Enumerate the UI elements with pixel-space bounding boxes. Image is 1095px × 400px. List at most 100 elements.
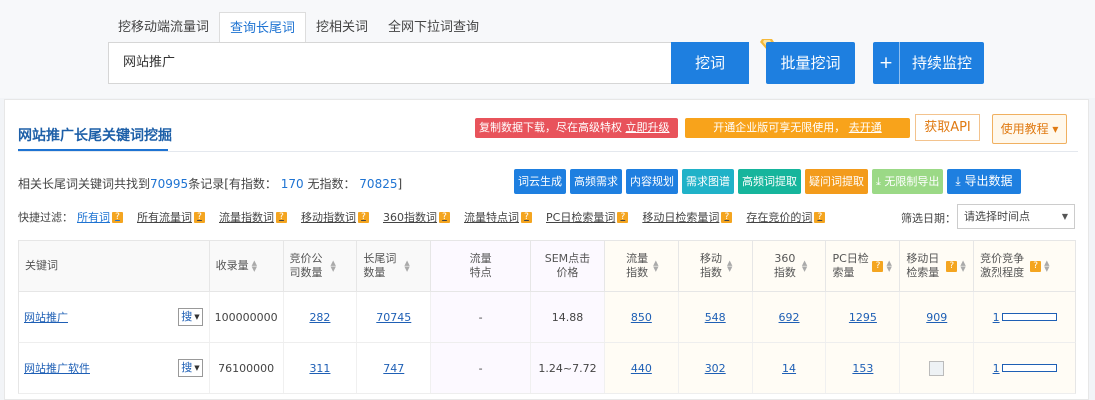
help-icon[interactable]: ?	[521, 211, 532, 223]
sem-cell: 14.88	[531, 292, 605, 342]
filter-mobile-index[interactable]: 移动指数词?	[301, 209, 369, 225]
col-360-index[interactable]: 360指数 ▲ ▼	[752, 241, 827, 291]
word-cloud-button[interactable]: 词云生成	[514, 169, 566, 194]
page-title: 网站推广长尾关键词挖掘	[18, 128, 172, 144]
tutorial-button[interactable]: 使用教程 ▾	[992, 114, 1067, 144]
enterprise-link[interactable]: 去开通	[849, 121, 882, 134]
sort-icon: ▲ ▼	[960, 259, 966, 273]
s360-link[interactable]: 692	[779, 311, 800, 324]
help-icon[interactable]: ?	[814, 211, 826, 223]
table-row: 网站推广 搜 ▼ 100000000 282 70745 - 14.88 850 …	[18, 292, 1076, 343]
date-select[interactable]: 请选择时间点 ▼	[957, 204, 1075, 229]
chevron-down-icon: ▼	[194, 364, 200, 372]
chevron-down-icon: ▼	[194, 313, 200, 321]
filter-360-index[interactable]: 360指数词?	[383, 209, 450, 225]
keyword-link[interactable]: 网站推广	[24, 309, 68, 325]
upgrade-link[interactable]: 立即升级	[626, 121, 670, 134]
filter-bidding[interactable]: 存在竞价的词?	[746, 209, 826, 225]
mobile-link[interactable]: 302	[705, 362, 726, 375]
help-icon[interactable]: ?	[872, 260, 884, 272]
tab-related[interactable]: 挖相关词	[306, 12, 378, 43]
pc-daily-cell: 153	[826, 343, 901, 393]
col-flow-index[interactable]: 流量指数 ▲ ▼	[604, 241, 679, 291]
pc-daily-link[interactable]: 1295	[849, 311, 877, 324]
competition-bar	[1001, 313, 1057, 321]
flow-cell: 850	[604, 292, 679, 342]
filter-traffic-feature[interactable]: 流量特点词?	[464, 209, 532, 225]
found-suffix: ]	[397, 177, 403, 191]
mobile-cell: 302	[678, 343, 753, 393]
sort-icon: ▲ ▼	[886, 259, 892, 273]
flow-link[interactable]: 440	[631, 362, 652, 375]
pc-daily-link[interactable]: 153	[852, 362, 873, 375]
competition-level[interactable]: 1	[993, 362, 1057, 375]
tab-mobile-traffic[interactable]: 挖移动端流量词	[108, 12, 219, 43]
filter-all[interactable]: 所有词?	[77, 209, 123, 225]
longtail-link[interactable]: 70745	[376, 311, 411, 324]
tab-longtail[interactable]: 查询长尾词	[219, 12, 307, 43]
search-label: 搜	[181, 310, 193, 323]
competition-level[interactable]: 1	[993, 311, 1057, 324]
help-icon[interactable]: ?	[112, 211, 123, 223]
help-icon[interactable]: ?	[276, 211, 287, 223]
found-without-index: 70825	[359, 177, 398, 191]
help-icon[interactable]: ?	[946, 260, 958, 272]
mobile-daily-link[interactable]: 909	[926, 311, 947, 324]
upgrade-banner: 复制数据下载，尽在高级特权 立即升级	[475, 118, 678, 138]
help-icon[interactable]: ?	[358, 211, 369, 223]
company-link[interactable]: 282	[309, 311, 330, 324]
help-icon[interactable]: ?	[721, 211, 733, 223]
get-api-button[interactable]: 获取API	[915, 114, 980, 141]
col-shoulu[interactable]: 收录量 ▲ ▼	[210, 241, 284, 291]
batch-dig-button[interactable]: 批量挖词	[766, 42, 855, 84]
search-dropdown[interactable]: 搜 ▼	[178, 308, 203, 326]
filter-text: 存在竞价的词	[746, 211, 813, 224]
mobile-link[interactable]: 548	[705, 311, 726, 324]
flow-cell: 440	[604, 343, 679, 393]
high-freq-demand-button[interactable]: 高频需求	[570, 169, 622, 194]
high-freq-extract-button[interactable]: 高频词提取	[738, 169, 801, 194]
s360-cell: 692	[752, 292, 827, 342]
search-dropdown[interactable]: 搜 ▼	[178, 359, 203, 377]
col-mobile-index[interactable]: 移动指数 ▲ ▼	[678, 241, 753, 291]
content-plan-button[interactable]: 内容规划	[626, 169, 678, 194]
s360-link[interactable]: 14	[782, 362, 796, 375]
sort-icon: ▲ ▼	[404, 259, 410, 273]
demand-graph-button[interactable]: 需求图谱	[682, 169, 734, 194]
question-extract-button[interactable]: 疑问词提取	[805, 169, 868, 194]
competition-link[interactable]: 1	[993, 311, 1000, 324]
filter-mobile-daily[interactable]: 移动日检索量词?	[642, 209, 733, 225]
help-icon[interactable]: ?	[617, 211, 629, 223]
col-competition[interactable]: 竞价竞争激烈程度? ▲ ▼	[974, 241, 1075, 291]
keyword-link[interactable]: 网站推广软件	[24, 360, 90, 376]
company-link[interactable]: 311	[309, 362, 330, 375]
col-mobile-daily[interactable]: 移动日检索量? ▲ ▼	[900, 241, 975, 291]
found-mid2: 无指数：	[307, 177, 356, 191]
filter-pc-daily[interactable]: PC日检索量词?	[546, 209, 629, 225]
broken-image-icon	[929, 360, 945, 376]
col-pc-daily[interactable]: PC日检索量? ▲ ▼	[826, 241, 901, 291]
sort-icon: ▲ ▼	[330, 259, 336, 273]
help-icon[interactable]: ?	[439, 211, 450, 223]
tab-dropdown-words[interactable]: 全网下拉词查询	[378, 12, 489, 43]
competition-link[interactable]: 1	[993, 362, 1000, 375]
divider	[18, 151, 1078, 152]
found-total: 70995	[150, 177, 189, 191]
monitor-label: 持续监控	[911, 54, 972, 72]
monitor-button[interactable]: + 持续监控	[873, 42, 984, 84]
longtail-cell: 70745	[357, 292, 432, 342]
search-input[interactable]: 网站推广	[108, 42, 672, 84]
export-data-button[interactable]: ⤓ 导出数据	[947, 169, 1021, 194]
unlimited-export-button[interactable]: ⤓ 无限制导出	[872, 169, 944, 194]
col-company[interactable]: 竞价公司数量 ▲ ▼	[284, 241, 358, 291]
filter-all-traffic[interactable]: 所有流量词?	[137, 209, 205, 225]
flow-link[interactable]: 850	[631, 311, 652, 324]
col-longtail[interactable]: 长尾词数量 ▲ ▼	[357, 241, 432, 291]
dig-button[interactable]: 挖词	[671, 42, 749, 84]
longtail-cell: 747	[357, 343, 432, 393]
help-icon[interactable]: ?	[194, 211, 205, 223]
longtail-link[interactable]: 747	[383, 362, 404, 375]
filter-traffic-index[interactable]: 流量指数词?	[219, 209, 287, 225]
filter-text: 移动指数词	[301, 211, 356, 224]
help-icon[interactable]: ?	[1030, 260, 1042, 272]
